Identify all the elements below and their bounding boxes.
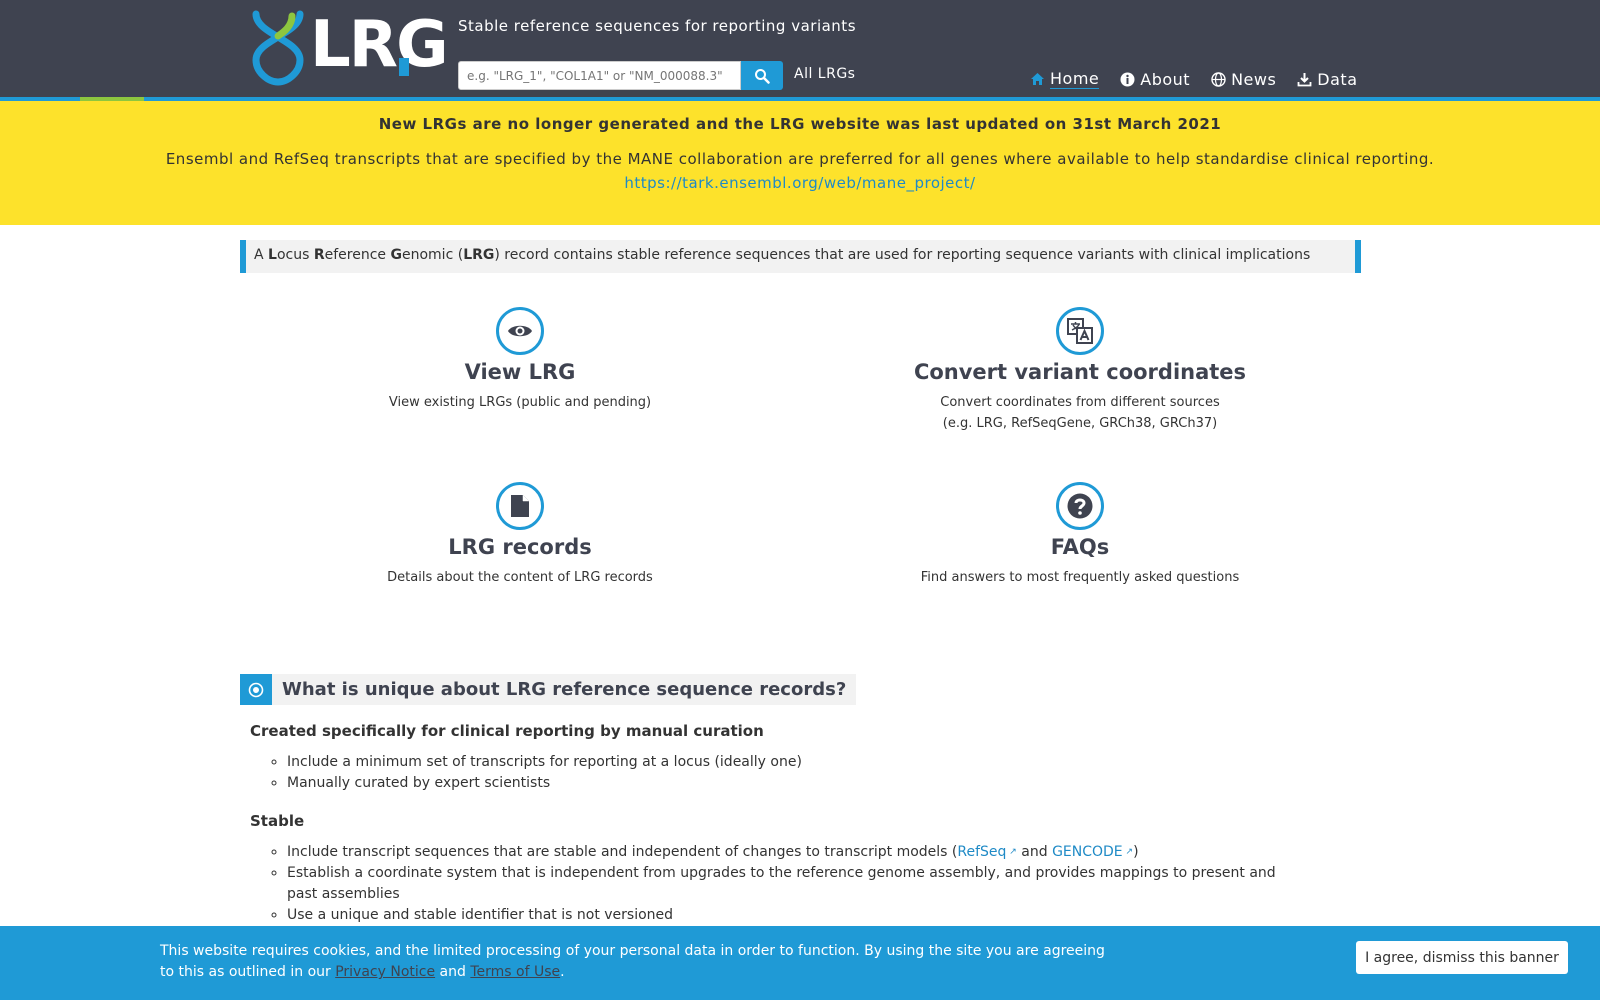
subheading-clinical: Created specifically for clinical report… <box>250 722 764 740</box>
list-item: Manually curated by expert scientists <box>287 773 1287 794</box>
lrg-intro: A Locus Reference Genomic (LRG) record c… <box>240 240 1361 273</box>
lrg-logo[interactable]: LRG <box>248 8 449 86</box>
list-item: Include transcript sequences that are st… <box>287 842 1287 863</box>
intro-text: LRG <box>463 247 495 263</box>
dna-helix-icon <box>252 10 304 86</box>
mane-link[interactable]: https://tark.ensembl.org/web/mane_projec… <box>0 174 1600 192</box>
list-text: and <box>1016 844 1053 860</box>
refseq-link[interactable]: RefSeq <box>957 844 1006 860</box>
main-nav: Home About News Data <box>1030 69 1379 89</box>
logo-accent-bar <box>399 58 409 76</box>
card-desc-line: Convert coordinates from different sourc… <box>940 395 1220 410</box>
search-input[interactable] <box>458 61 741 90</box>
cookie-message: This website requires cookies, and the l… <box>160 943 1105 980</box>
list-text: Include transcript sequences that are st… <box>287 844 958 860</box>
download-icon <box>1297 72 1312 86</box>
card-desc: Details about the content of LRG records <box>387 570 653 585</box>
intro-text: ) record contains stable reference seque… <box>494 247 1311 263</box>
card-desc: Convert coordinates from different sourc… <box>800 392 1360 434</box>
privacy-notice-link[interactable]: Privacy Notice <box>335 964 435 980</box>
faqs-button[interactable] <box>1056 482 1104 530</box>
notice-text: Ensembl and RefSeq transcripts that are … <box>165 150 1435 168</box>
unique-section-header[interactable]: What is unique about LRG reference seque… <box>240 674 857 705</box>
external-link-icon: ↗ <box>1006 847 1017 857</box>
card-faqs: FAQs Find answers to most frequently ask… <box>800 482 1360 588</box>
file-icon <box>511 495 529 517</box>
nav-news-label: News <box>1231 69 1277 89</box>
card-view-lrg: View LRG View existing LRGs (public and … <box>240 307 800 413</box>
intro-text: ocus <box>276 247 314 263</box>
nav-home-label: Home <box>1050 69 1100 89</box>
subheading-stable: Stable <box>250 812 305 830</box>
translate-icon <box>1067 318 1093 344</box>
question-icon <box>1067 493 1093 519</box>
terms-of-use-link[interactable]: Terms of Use <box>470 964 560 980</box>
eye-icon <box>508 325 532 337</box>
convert-button[interactable] <box>1056 307 1104 355</box>
gencode-link[interactable]: GENCODE <box>1052 844 1123 860</box>
nav-data-label: Data <box>1317 69 1358 89</box>
nav-about[interactable]: About <box>1120 69 1190 89</box>
card-title[interactable]: LRG records <box>240 535 800 559</box>
cookie-text: This website requires cookies, and the l… <box>160 941 1120 983</box>
cookie-end: . <box>560 964 565 980</box>
list-item: Include a minimum set of transcripts for… <box>287 752 1287 773</box>
intro-text: G <box>390 247 402 263</box>
card-title[interactable]: Convert variant coordinates <box>800 360 1360 384</box>
stable-list: Include transcript sequences that are st… <box>287 842 1287 926</box>
card-convert: Convert variant coordinates Convert coor… <box>800 307 1360 434</box>
card-title[interactable]: FAQs <box>800 535 1360 559</box>
notice-title: New LRGs are no longer generated and the… <box>378 115 1222 133</box>
nav-data[interactable]: Data <box>1297 69 1357 89</box>
lrg-records-button[interactable] <box>496 482 544 530</box>
intro-text: enomic ( <box>401 247 464 263</box>
globe-icon <box>1211 71 1226 87</box>
external-link-icon: ↗ <box>1122 847 1134 857</box>
intro-text: eference <box>324 247 391 263</box>
all-lrgs-link[interactable]: All LRGs <box>794 66 855 82</box>
site-header: LRG Stable reference sequences for repor… <box>0 0 1600 97</box>
home-icon <box>1031 73 1044 85</box>
card-title[interactable]: View LRG <box>240 360 800 384</box>
list-item: Establish a coordinate system that is in… <box>287 863 1287 905</box>
list-text: ) <box>1133 844 1139 860</box>
intro-text: R <box>313 247 325 263</box>
cookie-and: and <box>435 964 471 980</box>
intro-text: L <box>268 247 277 263</box>
view-lrg-button[interactable] <box>496 307 544 355</box>
collapse-toggle[interactable] <box>240 674 272 705</box>
logo-text: LRG <box>310 8 449 82</box>
nav-about-label: About <box>1140 69 1191 89</box>
target-icon <box>248 682 264 697</box>
info-icon <box>1120 72 1135 86</box>
list-item: Use a unique and stable identifier that … <box>287 905 1287 926</box>
search-button[interactable] <box>741 61 783 90</box>
nav-home[interactable]: Home <box>1030 69 1100 89</box>
card-desc: Find answers to most frequently asked qu… <box>920 570 1240 585</box>
nav-news[interactable]: News <box>1211 69 1276 89</box>
card-desc: View existing LRGs (public and pending) <box>388 395 652 410</box>
dismiss-cookie-button[interactable]: I agree, dismiss this banner <box>1356 941 1568 974</box>
card-desc-line: (e.g. LRG, RefSeqGene, GRCh38, GRCh37) <box>942 416 1218 431</box>
notice-banner: New LRGs are no longer generated and the… <box>0 101 1600 225</box>
intro-text: A <box>254 247 269 263</box>
unique-section-title: What is unique about LRG reference seque… <box>282 679 847 700</box>
search-icon <box>755 68 770 84</box>
site-tagline: Stable reference sequences for reporting… <box>458 17 857 35</box>
clinical-list: Include a minimum set of transcripts for… <box>287 752 1287 794</box>
card-lrg-records: LRG records Details about the content of… <box>240 482 800 588</box>
